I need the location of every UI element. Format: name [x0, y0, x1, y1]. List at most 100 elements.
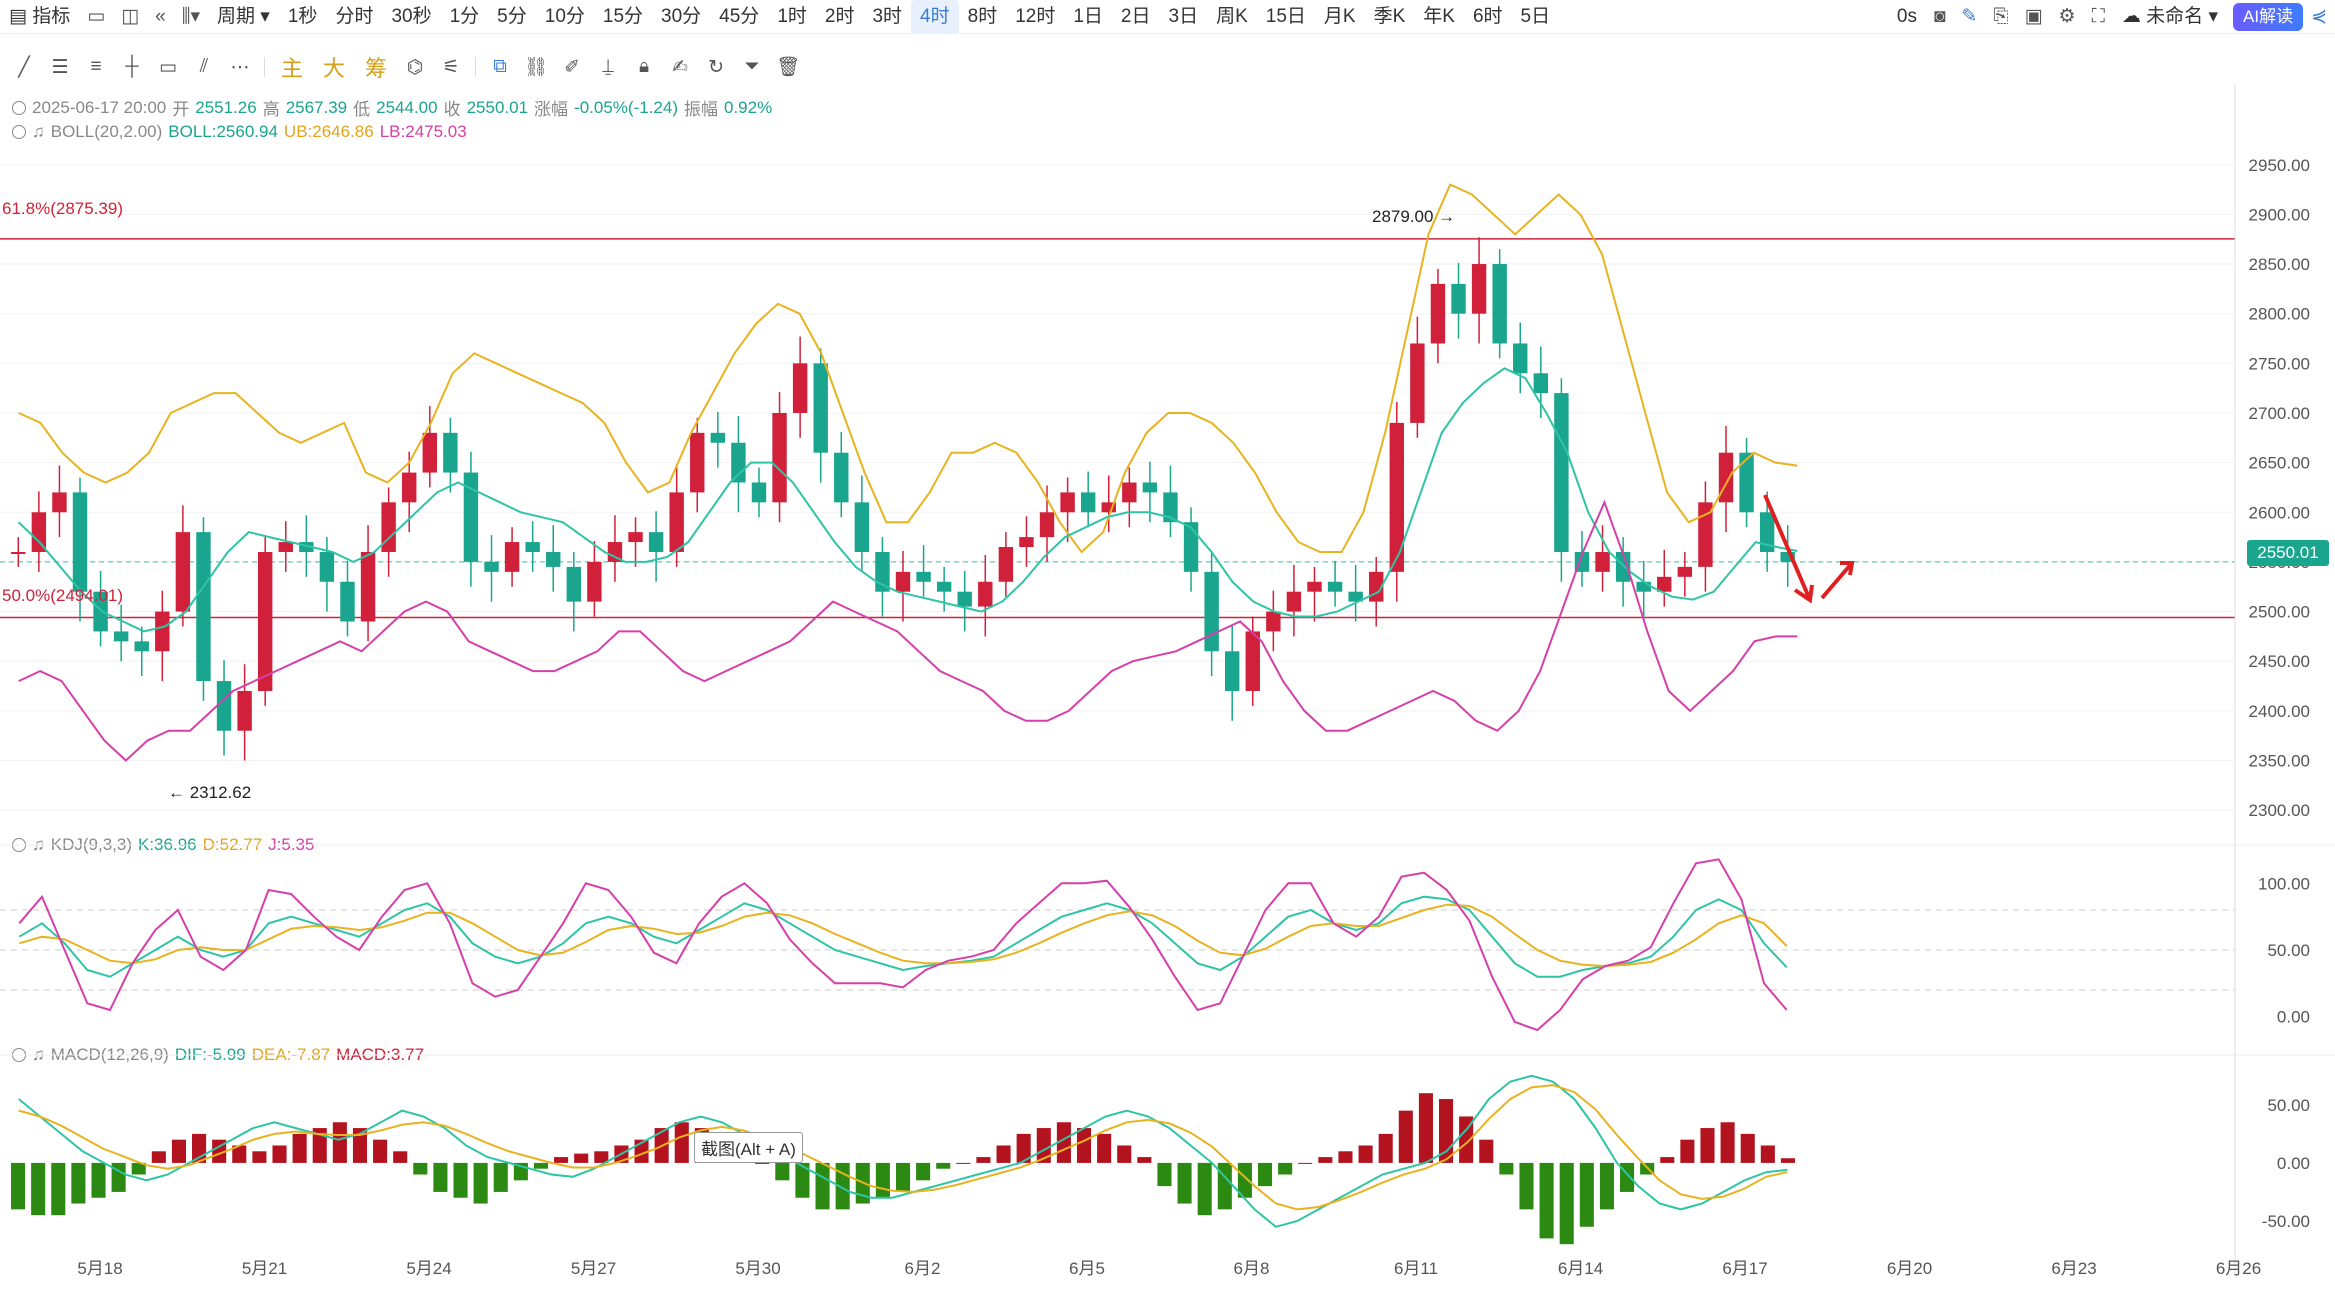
macd-bar [1780, 1158, 1795, 1163]
candle-body [134, 641, 149, 652]
candle-body [1513, 343, 1528, 374]
kdj-J-line [18, 858, 1788, 1032]
macd-bar [1197, 1162, 1212, 1216]
macd-bar [755, 1162, 770, 1164]
x-tick-label: 5月27 [571, 1259, 616, 1278]
y-tick-label: 2650.00 [2249, 454, 2310, 473]
macd-bar [51, 1162, 66, 1216]
y-tick-label: 2300.00 [2249, 801, 2310, 820]
candle-body [772, 412, 787, 503]
macd-bar [574, 1153, 589, 1163]
macd-bar [815, 1162, 830, 1210]
candle-body [1471, 264, 1487, 314]
macd-tick-label: 0.00 [2277, 1154, 2310, 1173]
x-tick-label: 6月5 [1069, 1259, 1105, 1278]
candle-body [504, 542, 520, 572]
macd-bar [272, 1145, 287, 1163]
macd-bar [292, 1133, 307, 1163]
x-tick-label: 6月26 [2216, 1259, 2261, 1278]
macd-bar [1720, 1122, 1735, 1163]
macd-bar [332, 1122, 347, 1163]
candle-body [1677, 566, 1693, 577]
candle-body [484, 561, 499, 572]
macd-bar [916, 1162, 931, 1181]
macd-bar [1278, 1162, 1293, 1175]
x-tick-label: 5月30 [735, 1259, 780, 1278]
candle-body [710, 432, 726, 443]
candle-body [1266, 611, 1281, 632]
chart-canvas[interactable]: 2300.00 2350.00 2400.00 2450.00 2500.00 2550.… [0, 0, 2335, 1299]
macd-bar [1660, 1157, 1675, 1163]
candle-body [402, 472, 417, 503]
high-marker: 2879.00 → [1372, 207, 1455, 226]
macd-tick-label: 50.00 [2267, 1096, 2310, 1115]
candle-body [875, 551, 890, 592]
y-tick-label: 2700.00 [2249, 404, 2310, 423]
candle-body [1224, 651, 1240, 691]
macd-bar [1338, 1151, 1353, 1163]
x-tick-label: 5月21 [242, 1259, 287, 1278]
macd-bar [1599, 1162, 1614, 1210]
candle-body [1286, 591, 1302, 612]
macd-bar [171, 1139, 186, 1163]
candle-body [1122, 482, 1137, 503]
candle-body [381, 502, 396, 552]
y-tick-label: 2750.00 [2249, 354, 2310, 373]
candle-body [916, 571, 931, 582]
x-tick-label: 6月2 [905, 1259, 941, 1278]
candle-body [731, 442, 746, 483]
y-tick-label: 2950.00 [2249, 156, 2310, 175]
macd-bar [252, 1151, 267, 1163]
macd-bar [1318, 1157, 1333, 1163]
kdj-pane [0, 858, 2235, 1032]
macd-bar [91, 1162, 106, 1198]
candle-body [1204, 571, 1219, 652]
macd-bar [453, 1162, 468, 1198]
macd-bar [1499, 1162, 1514, 1175]
macd-bar [976, 1157, 991, 1163]
macd-bar [895, 1162, 911, 1192]
boll-mid-line [17, 367, 1798, 633]
candle-body [1533, 373, 1549, 394]
candle-body [1451, 283, 1466, 314]
y-tick-label: 2350.00 [2249, 751, 2310, 770]
macd-bar [1559, 1162, 1574, 1245]
candle-body [1245, 631, 1260, 691]
candle-body [628, 532, 643, 543]
candle-body [566, 566, 582, 602]
candle-body [72, 492, 88, 592]
candle-body [422, 432, 437, 473]
macd-bar [413, 1162, 428, 1175]
screenshot-tooltip: 截图(Alt + A) [694, 1132, 803, 1163]
macd-tick-label: -50.00 [2262, 1212, 2310, 1231]
candle-body [237, 690, 252, 731]
x-tick-label: 5月24 [406, 1259, 451, 1278]
candle-body [52, 492, 67, 513]
candle-body [1595, 551, 1610, 572]
y-tick-label: 2600.00 [2249, 503, 2310, 522]
macd-bar [433, 1162, 448, 1192]
macd-bar [1418, 1093, 1433, 1163]
candle-body [1430, 283, 1446, 344]
macd-bar [956, 1162, 971, 1164]
macd-bar [1680, 1139, 1695, 1163]
candle-body [998, 547, 1014, 582]
macd-bar [1217, 1162, 1232, 1210]
candle-body [257, 551, 273, 691]
candle-body [854, 502, 870, 552]
macd-bar [554, 1157, 569, 1163]
macd-bar [533, 1162, 549, 1169]
candle-body [751, 482, 767, 503]
candle-body [1554, 393, 1569, 552]
y-tick-label: 2450.00 [2249, 652, 2310, 671]
macd-bar [1117, 1145, 1132, 1163]
candle-body [278, 542, 293, 552]
candle-body [175, 532, 191, 612]
candle-body [587, 561, 602, 602]
macd-bar [1398, 1110, 1413, 1163]
candle-body [957, 591, 972, 607]
macd-bar [1177, 1162, 1192, 1204]
macd-bar [775, 1162, 790, 1181]
macd-bar [1097, 1133, 1112, 1163]
candle-body [690, 432, 705, 493]
